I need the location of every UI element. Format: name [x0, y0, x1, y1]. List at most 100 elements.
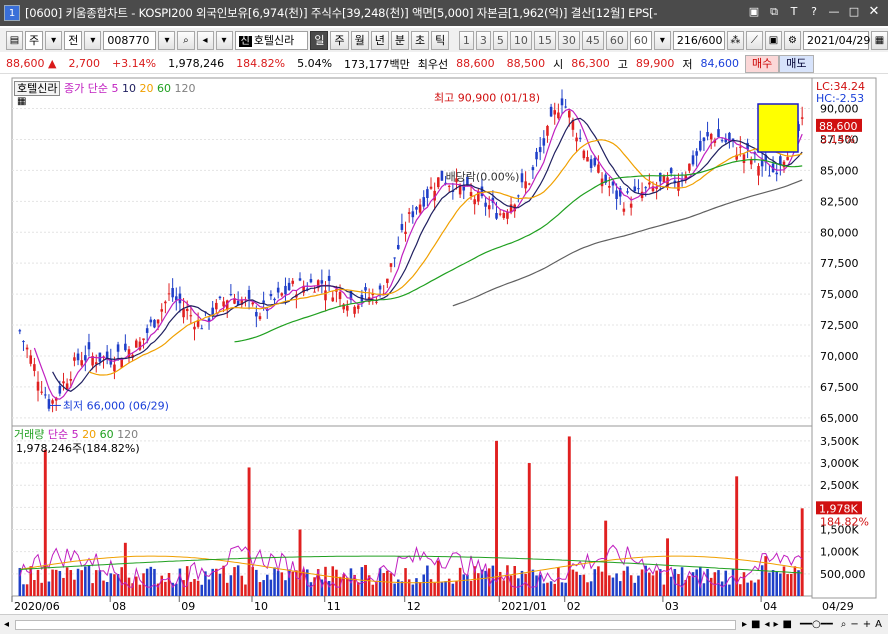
candle-body [189, 315, 193, 317]
help-icon[interactable]: ? [806, 4, 822, 20]
volume-current-pct: 184.82% [820, 515, 869, 528]
candle-body [400, 224, 404, 230]
zoom-out-icon[interactable]: − [850, 619, 858, 630]
sell-button[interactable]: 매도 [779, 54, 814, 73]
next-icon[interactable]: ▸ [773, 619, 778, 630]
search-icon[interactable]: ⌕ [177, 30, 195, 50]
volume-bar [513, 566, 516, 596]
maximize-icon[interactable]: □ [846, 4, 862, 20]
stop-icon[interactable]: ■ [783, 619, 792, 630]
restore-layout-icon[interactable]: ⧉ [766, 4, 782, 20]
volume-bar [36, 569, 40, 596]
buy-button[interactable]: 매수 [745, 54, 780, 73]
candle-body [669, 168, 673, 174]
drawing-tool-icon[interactable]: ⟋ [745, 30, 763, 50]
calendar-icon[interactable]: ▦ [870, 30, 888, 50]
scroll-left-icon[interactable]: ◂ [4, 619, 9, 630]
highlight-box [757, 103, 799, 153]
price-tick-label: 65,000 [820, 412, 859, 425]
font-size-icon[interactable]: A [875, 619, 882, 630]
stock-name-field[interactable]: 신 호텔신라 [234, 30, 309, 50]
volume-bar [346, 577, 349, 596]
minute-1-button[interactable]: 1 [458, 30, 474, 50]
minute-60-button[interactable]: 60 [605, 30, 628, 50]
minute-30-button[interactable]: 30 [557, 30, 580, 50]
volume-bar [309, 582, 313, 596]
minute-45-button[interactable]: 45 [581, 30, 604, 50]
volume-bar [98, 570, 102, 596]
volume-bar [557, 567, 560, 596]
prev-icon[interactable]: ◂ [764, 619, 769, 630]
candle-body [327, 275, 331, 281]
ma-indicator-label[interactable]: 종가 단순 [64, 82, 108, 95]
period-tick-button[interactable]: 틱 [431, 30, 450, 50]
best-bid: 88,500 [506, 57, 546, 70]
volume-bar [695, 569, 698, 596]
period-week-button[interactable]: 주 [330, 30, 349, 50]
scroll-track[interactable] [15, 619, 736, 630]
close-icon[interactable]: ✕ [866, 4, 882, 20]
indicator-icon[interactable]: ⁂ [726, 30, 744, 50]
chevron-down-icon[interactable]: ▾ [215, 30, 233, 50]
volume-bar [164, 581, 167, 596]
zoom-in-icon[interactable]: + [863, 619, 871, 630]
candle-body [586, 156, 589, 162]
volume-spike-bar [735, 476, 739, 596]
volume-bar [538, 574, 542, 596]
period-second-button[interactable]: 초 [410, 30, 430, 50]
minute-15-button[interactable]: 15 [533, 30, 556, 50]
grid-toggle-icon[interactable]: ▦ [17, 96, 26, 107]
candle-body [396, 244, 400, 249]
window-number-icon[interactable]: 1 [4, 5, 20, 21]
range-input[interactable]: 216/600 [672, 30, 725, 50]
date-input[interactable]: 2021/04/29 [802, 30, 870, 50]
stock-code-input[interactable]: 008770 [103, 30, 157, 50]
speaker-icon[interactable]: ◂ [196, 30, 214, 50]
market-select[interactable]: 전 [64, 30, 83, 50]
minute-10-button[interactable]: 10 [509, 30, 532, 50]
chevron-down-icon[interactable]: ▾ [158, 30, 176, 50]
candle-body [644, 187, 647, 189]
interval-select[interactable]: 60 [629, 30, 652, 50]
candle-body [447, 185, 451, 187]
quote-bar: 88,600 ▲ 2,700 +3.14% 1,978,246 184.82% … [0, 54, 888, 74]
volume-bar [746, 582, 749, 596]
candle-body [69, 378, 73, 381]
candle-body [506, 212, 509, 219]
candle-body [498, 213, 502, 215]
first-page-icon[interactable]: ■ [751, 619, 760, 630]
minute-3-button[interactable]: 3 [475, 30, 491, 50]
candle-body [29, 355, 33, 364]
period-month-button[interactable]: 월 [350, 30, 369, 50]
settings-icon[interactable]: ⚙ [783, 30, 801, 50]
candle-body [346, 305, 349, 311]
minute-5-button[interactable]: 5 [492, 30, 508, 50]
candle-body [564, 106, 567, 108]
text-icon[interactable]: T [786, 4, 802, 20]
chevron-down-icon[interactable]: ▾ [653, 30, 671, 50]
chart-type-select[interactable]: 주 [25, 30, 44, 50]
search-icon[interactable]: ⌕ [841, 619, 847, 630]
period-day-button[interactable]: 일 [310, 30, 329, 50]
candle-body [320, 280, 324, 284]
chart-toolbar: ▤ 주 ▾ 전 ▾ 008770 ▾ ⌕ ◂ ▾ 신 호텔신라 일 주 월 년 분… [0, 28, 888, 52]
period-minute-button[interactable]: 분 [390, 30, 409, 50]
stock-chip[interactable]: 호텔신라 [14, 81, 61, 96]
stock-chart-canvas[interactable]: 90,00087,50085,00082,50080,00077,50075,0… [0, 76, 888, 640]
chart-area[interactable]: 90,000 87,500 85,000 82,500 80,000 77,500 75,0… [0, 76, 888, 640]
zoom-slider-icon[interactable]: ━━○━━ [800, 619, 833, 630]
candle-body [626, 191, 629, 193]
candle-body [22, 341, 25, 343]
period-year-button[interactable]: 년 [370, 30, 389, 50]
menu-icon[interactable]: ▤ [6, 30, 24, 50]
chevron-down-icon[interactable]: ▾ [45, 30, 63, 50]
candle-body [757, 166, 760, 176]
minimize-icon[interactable]: — [826, 4, 842, 20]
scroll-right-icon[interactable]: ▸ [742, 619, 747, 630]
chevron-down-icon[interactable]: ▾ [84, 30, 102, 50]
volume-bar [462, 574, 466, 596]
chart-scroll-bar[interactable]: ◂ ▸ ■ ◂ ▸ ■ ━━○━━ ⌕ − + A [0, 614, 888, 634]
save-icon[interactable]: ▣ [764, 30, 782, 50]
layout-icon[interactable]: ▣ [746, 4, 762, 20]
volume-bar [415, 578, 418, 596]
